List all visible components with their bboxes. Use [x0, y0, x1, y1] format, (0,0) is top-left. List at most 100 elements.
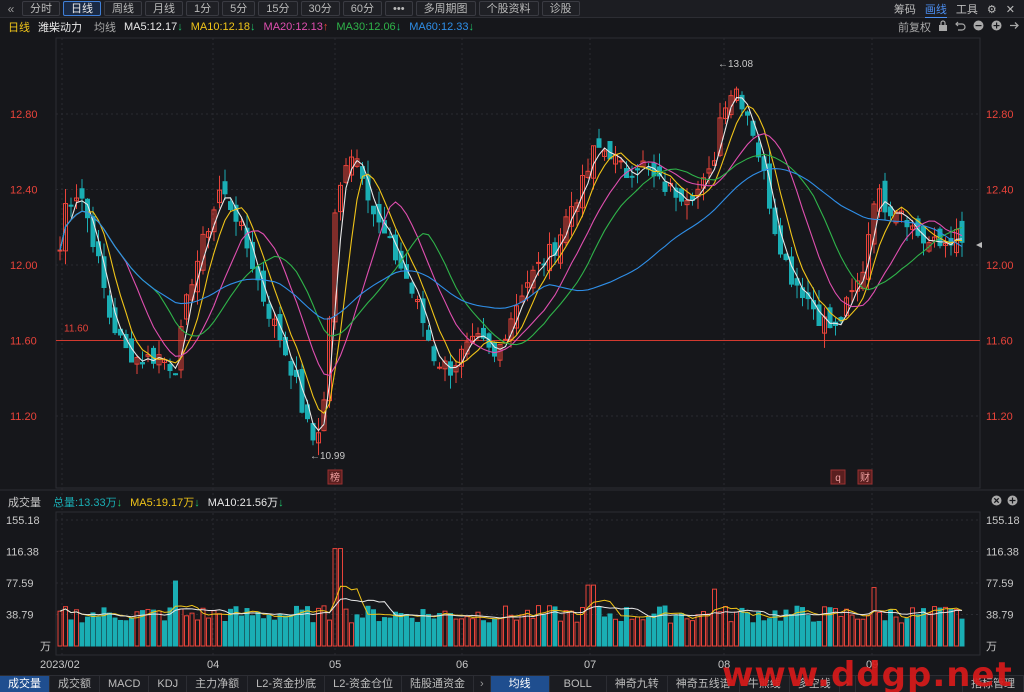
volume-bar — [728, 621, 734, 647]
volume-bar — [283, 615, 288, 647]
volume-bar — [459, 618, 464, 647]
tab-kdj[interactable]: KDJ — [149, 676, 188, 692]
volume-bar — [404, 614, 409, 647]
tab-l2-bottom[interactable]: L2-资金抄底 — [248, 676, 326, 692]
price-axis-label-left: 12.80 — [10, 109, 38, 121]
volume-bar — [602, 616, 607, 647]
volume-bar — [943, 606, 948, 647]
support-label: 11.60 — [64, 324, 89, 335]
volume-bar — [871, 587, 877, 647]
volume-bar — [255, 611, 261, 647]
volume-bar — [882, 620, 888, 647]
candle-body — [409, 282, 415, 294]
candle-body — [552, 242, 558, 256]
volume-bar — [618, 620, 624, 647]
close-volume-icon[interactable] — [991, 495, 1002, 509]
volume-bar — [646, 616, 651, 647]
volume-bar — [239, 615, 244, 647]
volume-bar — [123, 620, 129, 647]
volume-bar — [899, 622, 904, 647]
price-axis-label-left: 12.40 — [10, 185, 38, 197]
volume-bar — [811, 621, 816, 647]
tab-main-net[interactable]: 主力净额 — [187, 676, 249, 692]
low-price-label: ←10.99 — [310, 451, 345, 462]
tab-boll[interactable]: BOLL — [550, 676, 607, 692]
candle-body — [266, 303, 272, 319]
volume-bar — [272, 619, 277, 647]
volume-bar — [684, 618, 690, 647]
kline-chart[interactable]: 12.80 12.80 12.40 12.40 12.00 12.00 11.60 11.60… — [0, 0, 1024, 692]
volume-bar — [354, 614, 360, 647]
candle-body — [107, 295, 112, 318]
volume-bar — [63, 606, 68, 647]
candle-body — [167, 364, 173, 372]
volume-bar — [690, 620, 695, 647]
event-tag-2: q — [835, 473, 841, 484]
volume-bar — [206, 617, 211, 647]
candle-body — [173, 373, 178, 376]
volume-bar — [162, 620, 167, 647]
volume-bar — [695, 614, 701, 647]
candle-body — [662, 181, 668, 192]
volume-bar — [112, 617, 118, 647]
tab-macd[interactable]: MACD — [100, 676, 150, 692]
volume-bar — [294, 605, 299, 647]
volume-bar — [822, 606, 827, 647]
tab-turnover[interactable]: 成交额 — [50, 676, 100, 692]
volume-bar — [662, 605, 668, 647]
tab-magic-nine[interactable]: 神奇九转 — [607, 676, 668, 692]
volume-bar — [860, 618, 866, 647]
volume-bar — [855, 618, 860, 647]
volume-bar — [717, 611, 723, 647]
tab-ma[interactable]: 均线 — [490, 676, 550, 692]
candle-body — [79, 188, 85, 199]
volume-axis-label-right: 77.59 — [986, 578, 1014, 590]
volume-bar — [624, 607, 629, 647]
volume-bar — [481, 620, 486, 647]
volume-bar — [816, 620, 822, 647]
volume-bar — [74, 609, 79, 647]
volume-bar — [712, 588, 717, 647]
volume-bar — [745, 612, 750, 647]
price-axis-label-left: 12.00 — [10, 260, 38, 272]
volume-bar — [569, 610, 574, 647]
volume-bar — [327, 619, 332, 647]
volume-bar — [393, 611, 398, 647]
tab-l2-position[interactable]: L2-资金仓位 — [325, 676, 402, 692]
volume-axis-label-right: 116.38 — [986, 547, 1019, 559]
volume-title: 成交量 — [8, 497, 41, 509]
volume-bar — [492, 618, 497, 647]
candle-body — [629, 175, 635, 178]
volume-bar — [184, 615, 189, 647]
volume-bar — [189, 612, 195, 647]
volume-axis-label-right: 万 — [986, 641, 997, 653]
tab-volume[interactable]: 成交量 — [0, 676, 50, 692]
volume-axis-label-left: 155.18 — [6, 515, 40, 527]
tab-hk-connect[interactable]: 陆股通资金 — [402, 676, 474, 692]
volume-bar — [574, 621, 580, 647]
volume-axis-label-right: 38.79 — [986, 610, 1014, 622]
volume-bar — [679, 613, 684, 647]
candle-body — [607, 141, 613, 160]
volume-bar — [657, 606, 662, 647]
volume-bar — [57, 610, 63, 647]
volume-bar — [635, 616, 640, 647]
chevron-right-icon[interactable]: › — [474, 676, 491, 692]
volume-bar — [838, 615, 844, 647]
volume-bar — [915, 614, 921, 647]
date-label: 2023/02 — [40, 659, 80, 671]
volume-bar — [767, 618, 772, 647]
volume-bar — [541, 614, 547, 647]
volume-bar — [937, 607, 943, 647]
candle-body — [437, 366, 442, 369]
settings-volume-icon[interactable] — [1007, 495, 1018, 509]
volume-bar — [156, 610, 162, 647]
volume-bar — [305, 606, 310, 647]
volume-bar — [338, 548, 343, 647]
volume-ma5: MA5:19.17万↓ — [130, 497, 200, 509]
volume-bar — [266, 614, 272, 647]
volume-axis-label-left: 77.59 — [6, 578, 34, 590]
volume-header: 成交量 总量:13.33万↓ MA5:19.17万↓ MA10:21.56万↓ — [0, 494, 1024, 510]
price-axis-label-left: 11.60 — [10, 336, 37, 348]
volume-bar — [288, 614, 294, 647]
